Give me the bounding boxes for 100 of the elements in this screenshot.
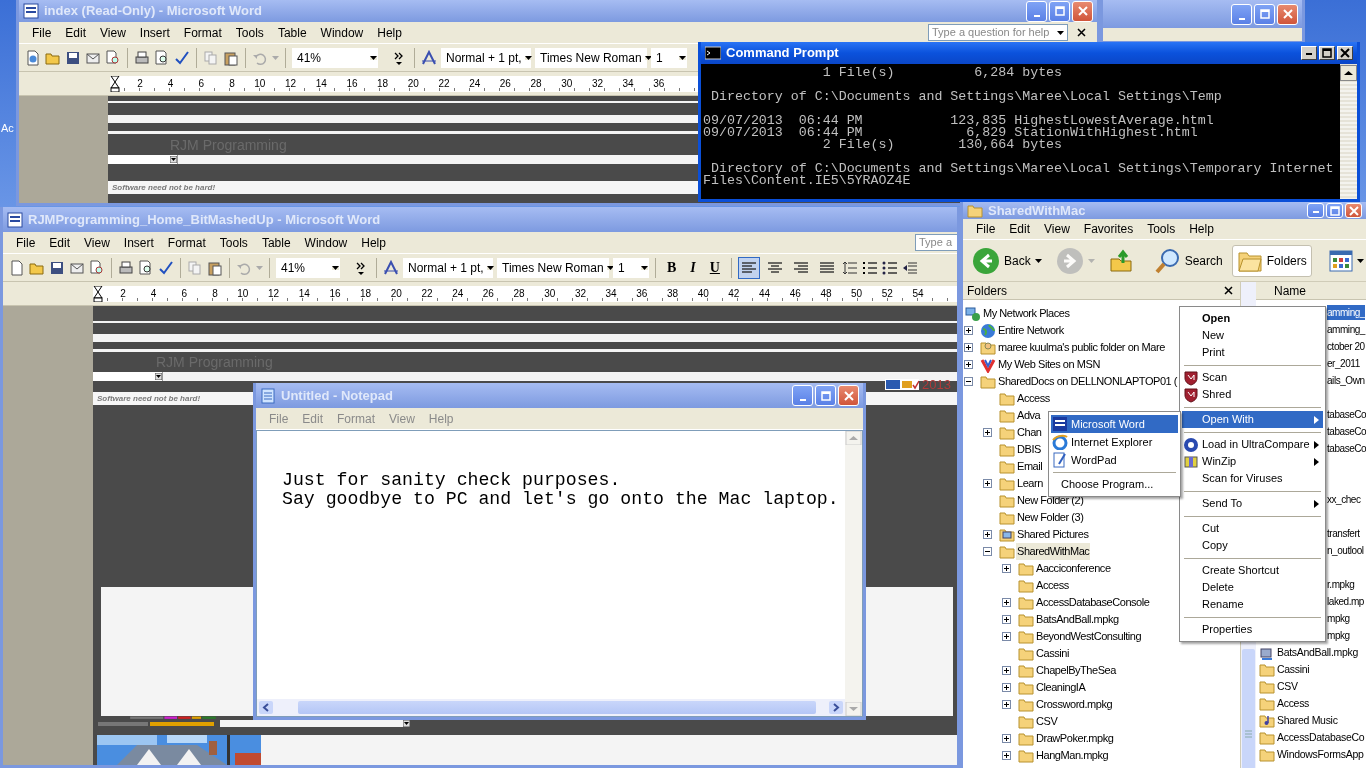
menu-item[interactable]: Rename xyxy=(1182,596,1323,613)
expand-toggle[interactable] xyxy=(983,530,992,539)
styles-icon[interactable] xyxy=(383,259,399,276)
menu-item[interactable]: Scan xyxy=(1182,369,1323,386)
expand-toggle[interactable] xyxy=(983,479,992,488)
web-document-icon[interactable] xyxy=(25,49,41,66)
tree-item[interactable]: Learn xyxy=(1016,475,1044,492)
desktop-icon-label[interactable]: Ac xyxy=(1,120,16,137)
dropdown-field[interactable] xyxy=(220,720,410,727)
document-search-icon[interactable] xyxy=(89,259,105,276)
spelling-icon[interactable] xyxy=(158,259,174,276)
menu-item[interactable]: WordPad xyxy=(1051,451,1178,469)
file-name[interactable]: xx_chec xyxy=(1327,492,1361,507)
tree-item[interactable]: Adva xyxy=(1016,407,1042,424)
zoom-dropdown[interactable]: 41% xyxy=(276,257,340,278)
tree-item[interactable]: Entire Network xyxy=(997,322,1065,339)
font-size-dropdown[interactable]: 1 xyxy=(651,47,687,68)
menu-item[interactable]: View xyxy=(1037,220,1077,238)
tree-item[interactable]: BatsAndBall.mpkg xyxy=(1035,611,1120,628)
tree-item[interactable]: Crossword.mpkg xyxy=(1035,696,1114,713)
file-name[interactable]: er_2011 xyxy=(1327,356,1360,371)
expand-toggle[interactable] xyxy=(1002,666,1011,675)
menu-item[interactable]: View xyxy=(93,23,133,42)
expand-toggle[interactable] xyxy=(1002,615,1011,624)
menu-item[interactable]: New xyxy=(1182,327,1323,344)
menu-item[interactable]: Help xyxy=(354,233,393,252)
help-search-field[interactable]: Type a xyxy=(915,234,957,251)
validation-badge-icon[interactable] xyxy=(885,379,920,390)
tree-item[interactable]: Cassini xyxy=(1035,645,1070,662)
file-name[interactable]: mpkg xyxy=(1327,611,1350,626)
tree-item[interactable]: Chan xyxy=(1016,424,1043,441)
menu-item[interactable]: Open xyxy=(1182,310,1323,327)
menu-item[interactable]: WinZip xyxy=(1182,453,1323,470)
expand-toggle[interactable] xyxy=(1002,632,1011,641)
link-strip-drawing[interactable] xyxy=(98,720,216,727)
file-name[interactable]: ails_Own xyxy=(1327,373,1365,388)
tree-item[interactable]: My Web Sites on MSN xyxy=(997,356,1101,373)
scroll-thumb-grip-icon[interactable] xyxy=(1241,649,1256,768)
menu-item[interactable]: Copy xyxy=(1182,537,1323,554)
font-size-dropdown[interactable]: 1 xyxy=(613,257,649,278)
help-search-field[interactable]: Type a question for help xyxy=(928,24,1068,41)
menu-item[interactable]: Cut xyxy=(1182,520,1323,537)
file-name[interactable]: Access xyxy=(1277,695,1310,712)
menu-item[interactable]: Table xyxy=(270,23,314,42)
menu-item[interactable]: Help xyxy=(1182,220,1221,238)
menu-item[interactable]: Format xyxy=(160,233,213,252)
menu-item[interactable]: View xyxy=(77,233,117,252)
menu-item[interactable]: File xyxy=(9,233,43,252)
file-name[interactable]: BatsAndBall.mpkg xyxy=(1277,644,1358,661)
print-preview-icon[interactable] xyxy=(154,49,170,66)
menu-item[interactable]: Insert xyxy=(132,23,177,42)
bold-button[interactable]: B xyxy=(662,257,682,278)
line-spacing-icon[interactable] xyxy=(841,259,858,276)
underline-button[interactable]: U xyxy=(704,257,725,278)
menu-item[interactable]: File xyxy=(969,220,1003,238)
tree-item[interactable]: CSV xyxy=(1035,713,1059,730)
file-name[interactable]: WindowsFormsApp xyxy=(1277,746,1364,763)
document-search-icon[interactable] xyxy=(105,49,121,66)
alignment-button[interactable] xyxy=(737,256,760,279)
expand-toggle[interactable] xyxy=(964,326,973,335)
tree-item[interactable]: maree kuulma's public folder on Mare xyxy=(997,339,1166,356)
expand-toggle[interactable] xyxy=(983,547,992,556)
tree-item[interactable]: New Folder (3) xyxy=(1016,509,1085,526)
save-icon[interactable] xyxy=(65,49,81,66)
tree-item[interactable]: AccessDatabaseConsole xyxy=(1035,594,1151,611)
tree-item[interactable]: BeyondWestConsulting xyxy=(1035,628,1143,645)
menu-item[interactable]: Edit xyxy=(42,233,78,252)
zoom-dropdown[interactable]: 41% xyxy=(292,47,378,68)
expand-toggle[interactable] xyxy=(1002,734,1011,743)
file-name[interactable]: laked.mp xyxy=(1327,594,1364,609)
printer-icon[interactable] xyxy=(134,49,150,66)
tree-item[interactable]: SharedDocs on DELLNONLAPTOP01 ( xyxy=(997,373,1179,390)
printer-icon[interactable] xyxy=(118,259,134,276)
expand-toggle[interactable] xyxy=(1002,751,1011,760)
menu-item[interactable]: Window xyxy=(297,233,355,252)
menu-item[interactable]: Internet Explorer xyxy=(1051,433,1178,451)
menu-item[interactable]: Send To xyxy=(1182,495,1323,512)
menu-item[interactable]: Window xyxy=(313,23,371,42)
dropdown-field[interactable] xyxy=(93,372,163,381)
tree-item[interactable]: ChapelByTheSea xyxy=(1035,662,1117,679)
scroll-left-icon[interactable] xyxy=(259,701,273,714)
file-name[interactable]: tabaseCo xyxy=(1327,424,1366,439)
tree-item[interactable]: Email xyxy=(1016,458,1044,475)
file-name[interactable]: ctober 20 xyxy=(1327,339,1365,354)
file-name[interactable]: amming_ xyxy=(1327,305,1365,320)
scrollbar[interactable] xyxy=(1340,64,1357,199)
menu-item[interactable]: File xyxy=(25,23,59,42)
expand-toggle[interactable] xyxy=(983,428,992,437)
file-name[interactable]: AccessDatabaseCo xyxy=(1277,729,1365,746)
menu-item[interactable]: Create Shortcut xyxy=(1182,562,1323,579)
style-dropdown[interactable]: Normal + 1 pt, xyxy=(441,47,531,68)
file-name[interactable]: Shared Music xyxy=(1277,712,1338,729)
file-name[interactable]: r.mpkg xyxy=(1327,577,1355,592)
search-button[interactable]: Search xyxy=(1149,243,1228,278)
scroll-right-icon[interactable] xyxy=(829,701,843,714)
file-name[interactable]: tabaseCo xyxy=(1327,407,1366,422)
file-name[interactable]: transfert xyxy=(1327,526,1360,541)
close-button[interactable] xyxy=(1223,285,1234,296)
menu-item[interactable]: Favorites xyxy=(1076,220,1141,238)
menu-item[interactable]: Load in UltraCompare xyxy=(1182,436,1323,453)
